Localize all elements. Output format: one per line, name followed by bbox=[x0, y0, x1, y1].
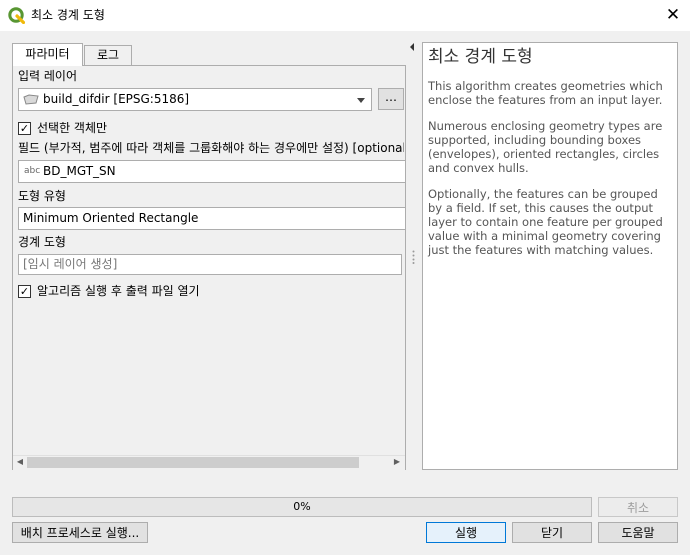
tab-parameters[interactable]: 파라미터 bbox=[12, 43, 83, 66]
selected-only-checkbox[interactable]: ✓ bbox=[18, 122, 31, 135]
input-layer-combo[interactable]: build_difdir [EPSG:5186] bbox=[18, 88, 372, 111]
text-field-type-icon: abc bbox=[24, 166, 41, 176]
close-icon[interactable]: ✕ bbox=[660, 3, 686, 27]
help-paragraph-2: Numerous enclosing geometry types are su… bbox=[428, 119, 663, 175]
field-value: BD_MGT_SN bbox=[43, 164, 116, 178]
open-output-label: 알고리즘 실행 후 출력 파일 열기 bbox=[37, 284, 200, 298]
scroll-left-icon[interactable]: ◀ bbox=[13, 455, 27, 469]
geometry-type-label: 도형 유형 bbox=[18, 189, 66, 203]
input-layer-label: 입력 레이어 bbox=[18, 69, 78, 83]
geometry-type-combo[interactable]: Minimum Oriented Rectangle bbox=[18, 207, 406, 230]
scrollbar-thumb[interactable] bbox=[27, 457, 359, 468]
help-paragraph-1: This algorithm creates geometries which … bbox=[428, 79, 663, 107]
window-title: 최소 경계 도형 bbox=[31, 8, 105, 22]
help-button[interactable]: 도움말 bbox=[598, 522, 678, 543]
help-title: 최소 경계 도형 bbox=[428, 47, 533, 67]
tab-log[interactable]: 로그 bbox=[84, 45, 132, 65]
field-combo[interactable]: BD_MGT_SN bbox=[18, 160, 406, 183]
bounding-geometry-label: 경계 도형 bbox=[18, 235, 66, 249]
field-label: 필드 (부가적, 범주에 따라 객체를 그룹화해야 하는 경우에만 설정) [o… bbox=[18, 141, 404, 155]
close-button[interactable]: 닫기 bbox=[512, 522, 592, 543]
splitter-handle[interactable] bbox=[412, 250, 415, 264]
open-output-checkbox[interactable]: ✓ bbox=[18, 285, 31, 298]
run-button[interactable]: 실행 bbox=[426, 522, 506, 543]
output-layer-placeholder: [임시 레이어 생성] bbox=[23, 257, 118, 271]
qgis-logo-icon bbox=[8, 7, 25, 24]
scroll-right-icon[interactable]: ▶ bbox=[390, 455, 404, 469]
collapse-panel-icon[interactable] bbox=[408, 42, 416, 52]
cancel-button[interactable]: 취소 bbox=[598, 497, 678, 517]
input-layer-value: build_difdir [EPSG:5186] bbox=[43, 92, 190, 106]
progress-text: 0% bbox=[293, 500, 311, 513]
polygon-layer-icon bbox=[23, 94, 39, 105]
output-layer-field[interactable]: [임시 레이어 생성] bbox=[18, 254, 402, 275]
help-paragraph-3: Optionally, the features can be grouped … bbox=[428, 187, 663, 257]
browse-button[interactable]: … bbox=[378, 88, 404, 110]
geometry-type-value: Minimum Oriented Rectangle bbox=[23, 211, 199, 225]
chevron-down-icon bbox=[357, 98, 365, 103]
batch-process-button[interactable]: 배치 프로세스로 실행... bbox=[12, 522, 148, 543]
progress-bar: 0% bbox=[12, 497, 592, 517]
selected-only-label: 선택한 객체만 bbox=[37, 121, 108, 135]
